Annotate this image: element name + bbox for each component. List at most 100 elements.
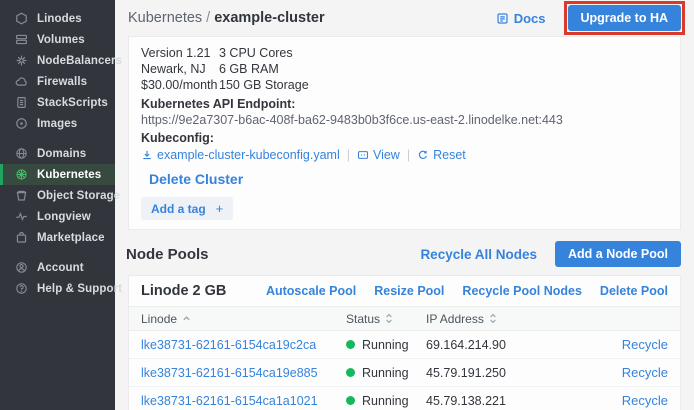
sidebar-group-divider xyxy=(0,134,115,143)
top-bar: Kubernetes/example-cluster Docs Upgrade … xyxy=(128,0,681,36)
node-link[interactable]: lke38731-62161-6154ca19e885 xyxy=(141,366,318,380)
spec-price: $30.00/month xyxy=(141,78,219,92)
sidebar-item-domains[interactable]: Domains xyxy=(0,143,115,164)
longview-icon xyxy=(15,210,29,224)
spec-row: Newark, NJ 6 GB RAM xyxy=(141,61,668,77)
sidebar-item-label: Firewalls xyxy=(37,76,87,88)
ip-address: 69.164.214.90 xyxy=(426,338,506,352)
sidebar-item-label: Linodes xyxy=(37,13,82,25)
sidebar-item-stackscripts[interactable]: StackScripts xyxy=(0,92,115,113)
table-row: lke38731-62161-6154ca19e885 Running 45.7… xyxy=(129,359,680,387)
sidebar-item-account[interactable]: Account xyxy=(0,257,115,278)
recycle-node-link[interactable]: Recycle xyxy=(622,393,668,408)
pool-card-header: Linode 2 GB Autoscale Pool Resize Pool R… xyxy=(129,276,680,306)
sidebar-item-nodebalancers[interactable]: NodeBalancers xyxy=(0,50,115,71)
recycle-pool-nodes-link[interactable]: Recycle Pool Nodes xyxy=(462,284,582,298)
top-actions: Docs Upgrade to HA xyxy=(496,5,681,31)
delete-cluster-button[interactable]: Delete Cluster xyxy=(149,171,243,187)
sidebar-item-label: Volumes xyxy=(37,34,85,46)
column-label: IP Address xyxy=(426,312,484,326)
sidebar-item-label: Images xyxy=(37,118,77,130)
sidebar: Linodes Volumes NodeBalancers Firewalls … xyxy=(0,0,115,410)
column-label: Linode xyxy=(141,312,177,326)
autoscale-pool-link[interactable]: Autoscale Pool xyxy=(266,284,356,298)
docs-icon xyxy=(496,12,509,25)
breadcrumb-section[interactable]: Kubernetes xyxy=(128,10,202,26)
resize-pool-link[interactable]: Resize Pool xyxy=(374,284,444,298)
sidebar-item-images[interactable]: Images xyxy=(0,113,115,134)
spec-cpu: 3 CPU Cores xyxy=(219,46,293,60)
table-row: lke38731-62161-6154ca1a1021 Running 45.7… xyxy=(129,387,680,410)
kubeconfig-view-link[interactable]: View xyxy=(357,148,400,162)
sort-both-icon xyxy=(489,313,497,324)
ip-address: 45.79.191.250 xyxy=(426,366,506,380)
status-badge: Running xyxy=(362,394,409,408)
firewalls-icon xyxy=(15,75,29,89)
sidebar-item-firewalls[interactable]: Firewalls xyxy=(0,71,115,92)
main-content: Kubernetes/example-cluster Docs Upgrade … xyxy=(115,0,694,410)
sidebar-group-divider xyxy=(0,248,115,257)
sidebar-item-marketplace[interactable]: Marketplace xyxy=(0,227,115,248)
add-tag-button[interactable]: Add a tag + xyxy=(141,197,233,220)
add-tag-label: Add a tag xyxy=(151,202,206,216)
volumes-icon xyxy=(15,33,29,47)
spec-region: Newark, NJ xyxy=(141,62,219,76)
sidebar-item-label: Marketplace xyxy=(37,232,105,244)
plus-icon: + xyxy=(216,201,224,216)
node-link[interactable]: lke38731-62161-6154ca19c2ca xyxy=(141,338,316,352)
help-icon xyxy=(15,282,29,296)
table-row: lke38731-62161-6154ca19c2ca Running 69.1… xyxy=(129,331,680,359)
table-header-row: Linode Status IP Address xyxy=(129,307,680,331)
sidebar-item-label: Longview xyxy=(37,211,91,223)
breadcrumb-separator: / xyxy=(206,10,210,26)
spec-ram: 6 GB RAM xyxy=(219,62,279,76)
reset-icon xyxy=(417,149,429,161)
nodebalancers-icon xyxy=(15,54,29,68)
spec-version: Version 1.21 xyxy=(141,46,219,60)
account-icon xyxy=(15,261,29,275)
spec-storage: 150 GB Storage xyxy=(219,78,309,92)
upgrade-to-ha-button[interactable]: Upgrade to HA xyxy=(568,5,682,31)
view-label: View xyxy=(373,148,400,162)
node-link[interactable]: lke38731-62161-6154ca1a1021 xyxy=(141,394,318,408)
status-dot xyxy=(346,396,355,405)
column-header-ip[interactable]: IP Address xyxy=(426,312,564,326)
kubeconfig-download-link[interactable]: example-cluster-kubeconfig.yaml xyxy=(141,148,340,162)
spec-row: Version 1.21 3 CPU Cores xyxy=(141,45,668,61)
sidebar-item-linodes[interactable]: Linodes xyxy=(0,8,115,29)
images-icon xyxy=(15,117,29,131)
reset-label: Reset xyxy=(433,148,466,162)
kubeconfig-reset-link[interactable]: Reset xyxy=(417,148,466,162)
sidebar-item-volumes[interactable]: Volumes xyxy=(0,29,115,50)
docs-link[interactable]: Docs xyxy=(496,11,546,26)
ip-address: 45.79.138.221 xyxy=(426,394,506,408)
delete-pool-link[interactable]: Delete Pool xyxy=(600,284,668,298)
linodes-icon xyxy=(15,12,29,26)
cluster-summary-panel: Version 1.21 3 CPU Cores Newark, NJ 6 GB… xyxy=(128,36,681,230)
sidebar-item-label: Kubernetes xyxy=(37,169,101,181)
api-endpoint-label: Kubernetes API Endpoint: xyxy=(141,97,668,111)
status-badge: Running xyxy=(362,366,409,380)
sidebar-item-kubernetes[interactable]: Kubernetes xyxy=(0,164,115,185)
column-header-linode[interactable]: Linode xyxy=(141,312,334,326)
kubeconfig-label: Kubeconfig: xyxy=(141,131,668,145)
download-icon xyxy=(141,149,153,161)
recycle-node-link[interactable]: Recycle xyxy=(622,365,668,380)
recycle-node-link[interactable]: Recycle xyxy=(622,337,668,352)
recycle-all-nodes-link[interactable]: Recycle All Nodes xyxy=(420,247,537,262)
sidebar-item-help-support[interactable]: Help & Support xyxy=(0,278,115,299)
column-label: Status xyxy=(346,312,380,326)
marketplace-icon xyxy=(15,231,29,245)
sidebar-item-label: StackScripts xyxy=(37,97,108,109)
sidebar-item-object-storage[interactable]: Object Storage xyxy=(0,185,115,206)
pool-name: Linode 2 GB xyxy=(141,283,226,299)
separator: | xyxy=(407,148,410,162)
status-dot xyxy=(346,340,355,349)
docs-label: Docs xyxy=(514,11,546,26)
column-header-status[interactable]: Status xyxy=(346,312,414,326)
sidebar-item-longview[interactable]: Longview xyxy=(0,206,115,227)
api-endpoint-value: https://9e2a7307-b6ac-408f-ba62-9483b0b3… xyxy=(141,113,668,127)
separator: | xyxy=(347,148,350,162)
add-node-pool-button[interactable]: Add a Node Pool xyxy=(555,241,681,267)
nodes-table: Linode Status IP Address xyxy=(129,306,680,410)
